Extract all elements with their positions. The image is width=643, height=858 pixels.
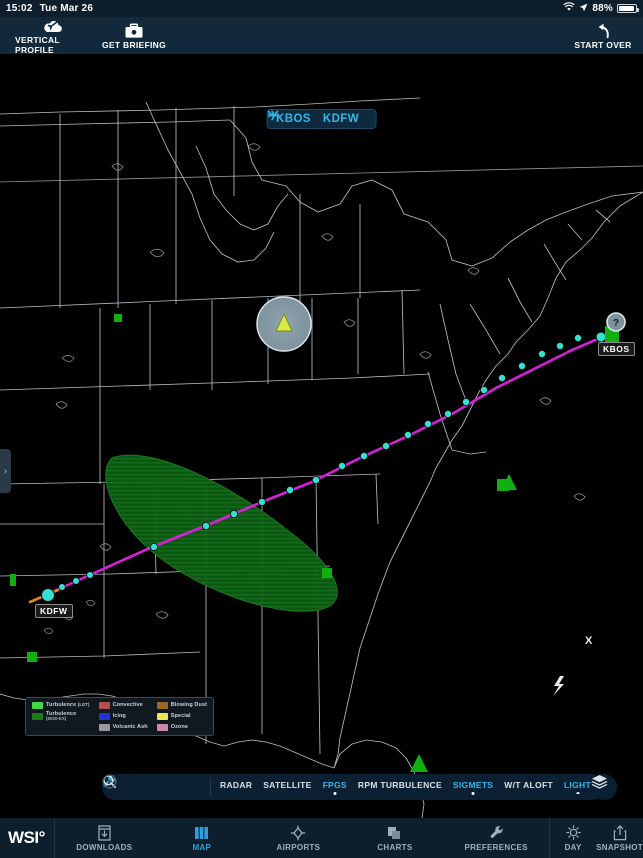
legend-swatch	[32, 712, 43, 720]
legend-swatch	[156, 712, 168, 720]
nav-primary-items: DOWNLOADS MAP AIRPORTS CHARTS PREFERENCE…	[55, 818, 549, 858]
wrench-icon[interactable]	[103, 775, 151, 795]
route-origin: KBOS	[276, 113, 311, 125]
legend-item: Blowing Dust	[156, 701, 208, 709]
start-over-label: START OVER	[574, 39, 632, 50]
status-bar-left: 15:02 Tue Mar 26	[6, 3, 93, 14]
undo-arrow-icon	[594, 22, 612, 39]
nav-label: CHARTS	[377, 842, 413, 852]
map-symbol-x: X	[585, 635, 593, 647]
legend-item: Volcanic Ash	[98, 724, 148, 731]
legend-swatch	[98, 701, 110, 709]
legend-item: Turbulence (MOD-EX)	[32, 711, 90, 722]
legend-swatch	[98, 712, 110, 720]
side-drawer-handle[interactable]: ›	[0, 449, 11, 493]
kdfw-airport-label[interactable]: KDFW	[35, 604, 73, 618]
weather-map[interactable]: ? X › KBOS KDFW Turbulence (LGT) Convect…	[0, 54, 643, 818]
layer-tab-radar[interactable]: RADAR	[220, 780, 252, 794]
legend-swatch	[32, 701, 43, 709]
nav-item-downloads[interactable]: DOWNLOADS	[76, 824, 133, 852]
sun-icon	[565, 825, 581, 841]
legend-label: Turbulence (LGT)	[46, 702, 90, 709]
wsi-logo: WSI°	[8, 828, 45, 847]
legend-swatch	[156, 724, 168, 731]
vertical-profile-button[interactable]: VERTICAL PROFILE	[15, 17, 91, 55]
legend-label: Special	[170, 713, 191, 720]
route-destination: KDFW	[322, 113, 359, 125]
play-icon[interactable]	[102, 774, 201, 795]
charts-pages-icon	[387, 825, 402, 841]
nav-label: PREFERENCES	[464, 842, 528, 852]
legend-label: Volcanic Ash	[112, 724, 148, 731]
legend-item: Ozone	[156, 724, 207, 731]
airport-diamond-icon	[290, 825, 306, 841]
layer-tab-wt-aloft[interactable]: W/T ALOFT	[504, 780, 553, 794]
get-briefing-button[interactable]: GET BRIEFING	[100, 22, 168, 50]
status-date: Tue Mar 26	[39, 3, 94, 14]
legend-swatch	[156, 701, 168, 709]
legend-item: Special	[156, 711, 207, 722]
search-icon[interactable]	[103, 775, 176, 795]
legend-item	[32, 724, 90, 731]
wrench-icon	[489, 825, 504, 841]
legend-item: Convective	[98, 701, 148, 709]
status-bar-right: 88%	[563, 2, 639, 15]
legend-label: Turbulence (MOD-EX)	[46, 710, 77, 722]
bottom-navigation-bar: WSI° DOWNLOADS MAP AIRPORTS CHARTS PREFE…	[0, 818, 643, 858]
sigmet-legend: Turbulence (LGT) Convective Blowing Dust…	[25, 696, 215, 736]
nav-label: DOWNLOADS	[76, 842, 133, 852]
location-arrow-icon	[579, 3, 588, 15]
briefcase-icon	[124, 22, 144, 39]
status-time: 15:02	[6, 3, 33, 14]
start-over-button[interactable]: START OVER	[568, 22, 638, 50]
legend-swatch	[98, 724, 110, 731]
get-briefing-label: GET BRIEFING	[101, 39, 167, 50]
top-action-bar: VERTICAL PROFILE GET BRIEFING START OVER	[0, 17, 643, 55]
map-book-icon	[194, 825, 209, 841]
layers-stack-icon[interactable]	[590, 774, 617, 800]
layer-tab-rpm-turbulence[interactable]: RPM TURBULENCE	[358, 780, 442, 794]
download-box-icon	[97, 824, 112, 841]
legend-label: Ozone	[170, 724, 189, 731]
kbos-airport-label[interactable]: KBOS	[598, 342, 635, 356]
nav-label: AIRPORTS	[276, 842, 321, 852]
nav-item-airports[interactable]: AIRPORTS	[271, 825, 325, 852]
legend-swatch-empty	[32, 724, 43, 731]
plane-cloud-icon	[42, 17, 64, 34]
nav-label: MAP	[192, 842, 212, 852]
nav-item-map[interactable]: MAP	[175, 825, 229, 852]
legend-item: Icing	[98, 711, 148, 722]
toolbar-tools	[102, 774, 210, 795]
nav-item-charts[interactable]: CHARTS	[368, 825, 422, 852]
layer-tab-lightning[interactable]: LIGHTNING	[564, 780, 592, 794]
layer-tab-fpgs[interactable]: FPGS	[323, 780, 347, 794]
share-upload-icon	[613, 824, 627, 841]
nav-item-day[interactable]: DAY	[550, 825, 596, 852]
layer-tab-sigmets[interactable]: SIGMETS	[453, 780, 493, 794]
ios-status-bar: 15:02 Tue Mar 26 88%	[0, 0, 643, 17]
battery-percent: 88%	[592, 3, 613, 14]
legend-label: Icing	[112, 713, 126, 720]
chevron-right-icon: ›	[3, 465, 8, 477]
legend-label: Convective	[112, 702, 143, 709]
nav-right-items: DAY SNAPSHOT	[550, 818, 643, 858]
wifi-icon	[563, 2, 576, 15]
legend-item: Turbulence (LGT)	[32, 701, 90, 709]
layer-tabs: RADAR SATELLITE FPGS RPM TURBULENCE SIGM…	[211, 780, 602, 794]
app-root: 15:02 Tue Mar 26 88% VERTICAL PROFILE GE…	[0, 0, 643, 858]
layer-tab-satellite[interactable]: SATELLITE	[263, 780, 311, 794]
map-layer-toolbar: RADAR SATELLITE FPGS RPM TURBULENCE SIGM…	[102, 774, 617, 800]
battery-icon	[617, 4, 639, 13]
nav-label: SNAPSHOT	[596, 842, 643, 852]
nav-item-preferences[interactable]: PREFERENCES	[464, 825, 527, 852]
nav-item-snapshot[interactable]: SNAPSHOT	[596, 824, 643, 852]
svg-text:?: ?	[613, 318, 619, 329]
vertical-profile-label: VERTICAL PROFILE	[15, 34, 60, 55]
legend-label: Blowing Dust	[170, 702, 208, 709]
route-selector[interactable]: KBOS KDFW	[266, 109, 377, 129]
nav-label: DAY	[564, 842, 582, 852]
